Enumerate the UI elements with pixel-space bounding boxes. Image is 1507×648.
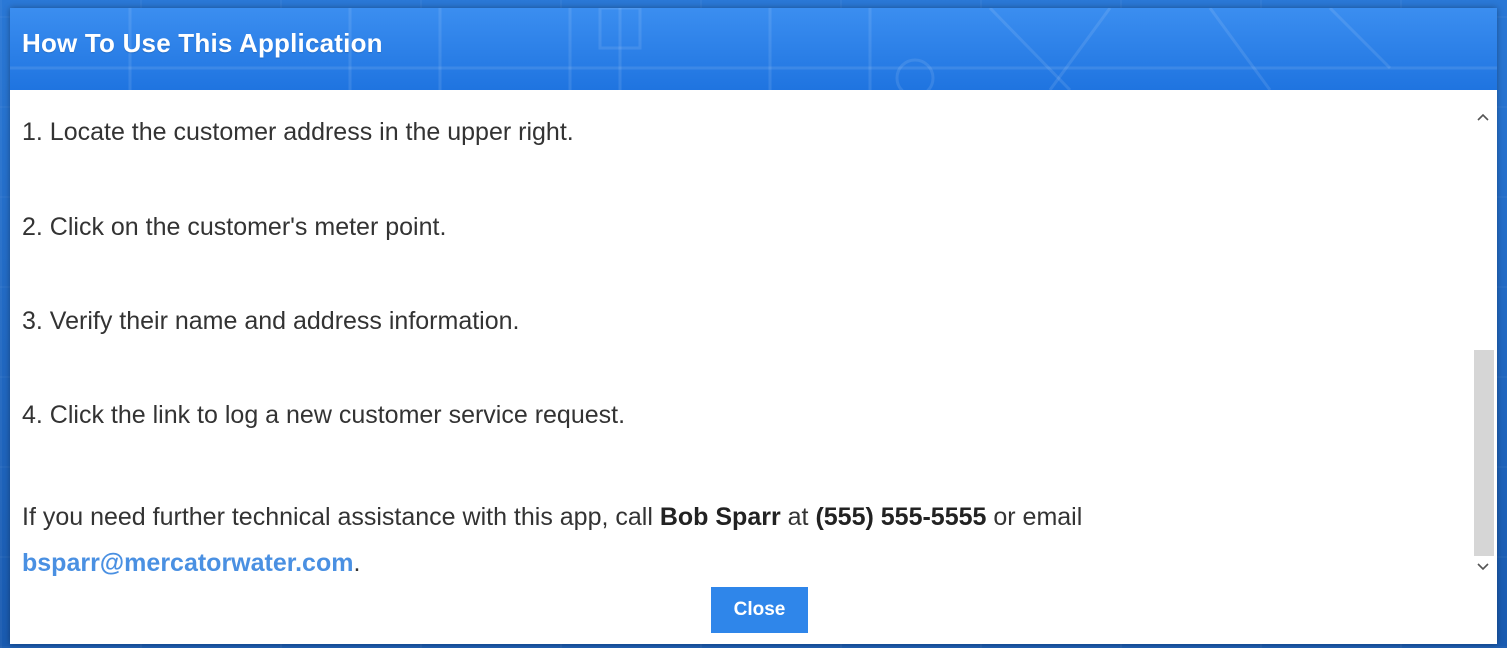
instruction-step: 2. Click on the customer's meter point. [22, 213, 447, 241]
help-suffix: or email [986, 503, 1083, 531]
instruction-step: 1. Locate the customer address in the up… [22, 118, 574, 146]
dialog-header: How To Use This Application [10, 8, 1497, 90]
instruction-step: 3. Verify their name and address informa… [22, 307, 520, 335]
help-end: . [353, 549, 361, 577]
chevron-up-icon[interactable] [1472, 106, 1494, 126]
help-prefix: If you need further technical assistance… [22, 503, 660, 531]
dialog-body: 1. Locate the customer address in the up… [10, 90, 1472, 582]
contact-phone: (555) 555-5555 [815, 503, 987, 531]
contact-name: Bob Sparr [659, 503, 781, 531]
scrollbar-thumb[interactable] [1474, 350, 1494, 556]
email-link[interactable]: bsparr@mercatorwater.com [22, 549, 353, 577]
help-text: If you need further technical assistance… [22, 494, 1442, 582]
help-middle: at [780, 503, 816, 531]
dialog-title: How To Use This Application [22, 28, 383, 58]
scrollbar[interactable] [1472, 100, 1494, 582]
chevron-down-icon[interactable] [1472, 556, 1494, 576]
close-button[interactable]: Close [711, 587, 808, 633]
help-dialog: How To Use This Application 1. Locate th… [10, 8, 1497, 644]
instruction-step: 4. Click the link to log a new customer … [22, 401, 626, 429]
